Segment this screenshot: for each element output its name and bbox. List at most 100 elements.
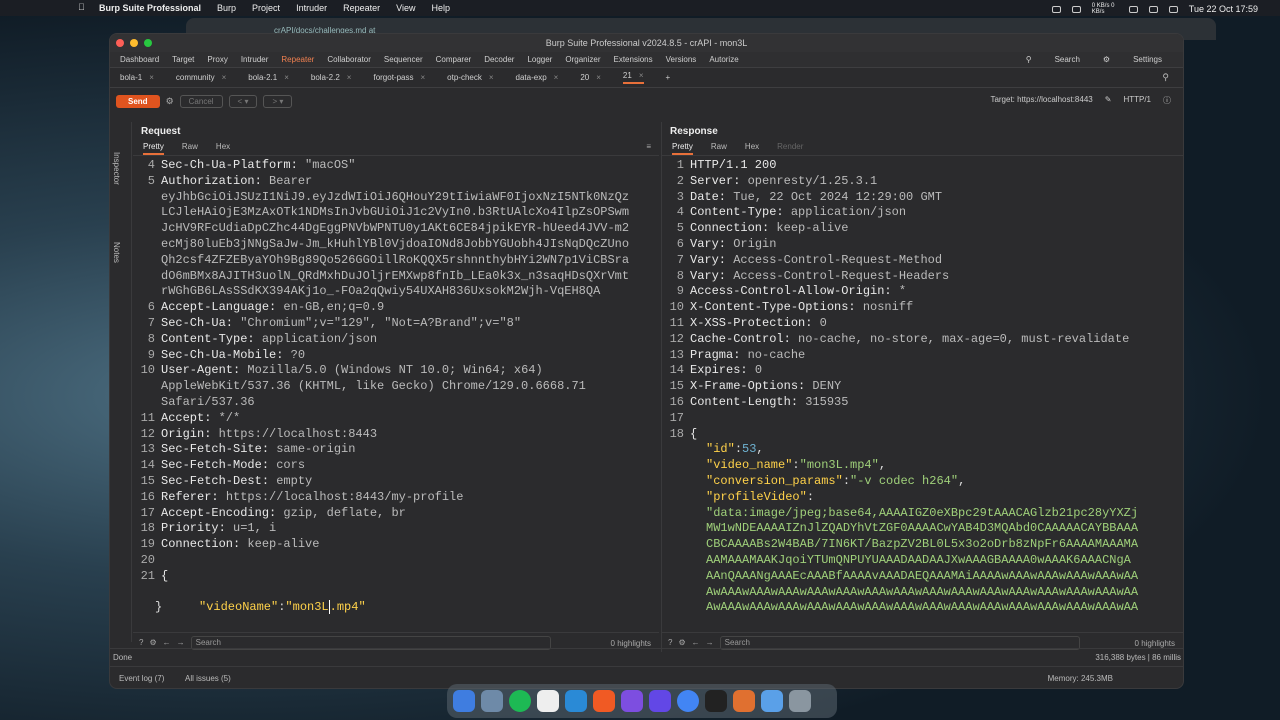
nav-comparer[interactable]: Comparer: [436, 55, 485, 64]
forward-button[interactable]: > ▾: [263, 94, 293, 108]
all-issues-button[interactable]: All issues (5): [185, 674, 231, 683]
menu-repeater[interactable]: Repeater: [343, 3, 380, 13]
nav-extensions[interactable]: Extensions: [613, 55, 665, 64]
nav-target[interactable]: Target: [172, 55, 207, 64]
close-icon[interactable]: ×: [596, 73, 601, 82]
cancel-button[interactable]: Cancel: [179, 94, 223, 108]
view-options-icon[interactable]: ≡: [646, 142, 651, 151]
apple-icon[interactable]: : [78, 2, 85, 12]
repeater-tab[interactable]: 20 ×: [580, 73, 601, 82]
menu-intruder[interactable]: Intruder: [296, 3, 327, 13]
stream-icon[interactable]: [1071, 5, 1081, 13]
clock[interactable]: Tue 22 Oct 17:59: [1189, 4, 1258, 14]
tab-hex[interactable]: Hex: [745, 142, 759, 155]
close-icon[interactable]: ×: [222, 73, 227, 82]
burp-icon[interactable]: [733, 690, 755, 712]
notes-tab[interactable]: Notes: [112, 242, 121, 263]
nav-sequencer[interactable]: Sequencer: [384, 55, 436, 64]
menubar-app-name[interactable]: Burp Suite Professional: [99, 3, 201, 13]
event-log-button[interactable]: Event log (7): [119, 674, 164, 683]
terminal-icon[interactable]: [705, 690, 727, 712]
menu-burp[interactable]: Burp: [217, 3, 236, 13]
nav-organizer[interactable]: Organizer: [565, 55, 613, 64]
close-icon[interactable]: ×: [639, 71, 644, 80]
spotify-icon[interactable]: [509, 690, 531, 712]
next-match-icon[interactable]: →: [177, 638, 185, 647]
help-icon[interactable]: ?: [668, 638, 672, 647]
brave-icon[interactable]: [593, 690, 615, 712]
tab-render[interactable]: Render: [777, 142, 803, 155]
tab-hex[interactable]: Hex: [216, 142, 230, 155]
close-icon[interactable]: ×: [149, 73, 154, 82]
search-tabs-icon[interactable]: ⚲: [1162, 72, 1169, 83]
control-center-icon[interactable]: [1168, 5, 1178, 13]
response-json[interactable]: "id":53, "video_name":"mon3L.mp4", "conver…: [662, 442, 1183, 616]
nav-dashboard[interactable]: Dashboard: [120, 55, 172, 64]
nav-versions[interactable]: Versions: [666, 55, 710, 64]
folder-icon[interactable]: [761, 690, 783, 712]
nav-intruder[interactable]: Intruder: [241, 55, 282, 64]
vscode-icon[interactable]: [565, 690, 587, 712]
obsidian-icon[interactable]: [621, 690, 643, 712]
gear-icon[interactable]: ⚙: [166, 96, 174, 107]
repeater-tab[interactable]: data-exp ×: [516, 73, 559, 82]
repeater-tab[interactable]: bola-2.2 ×: [311, 73, 352, 82]
tab-raw[interactable]: Raw: [711, 142, 727, 155]
global-search-button[interactable]: Search: [1055, 55, 1093, 64]
chrome-icon[interactable]: [677, 690, 699, 712]
help-icon[interactable]: ?: [139, 638, 143, 647]
reminders-icon[interactable]: [537, 690, 559, 712]
gear-icon[interactable]: ⚙: [1103, 55, 1123, 64]
add-tab-icon[interactable]: +: [666, 73, 671, 82]
prev-match-icon[interactable]: ←: [163, 638, 171, 647]
zoom-window-icon[interactable]: [144, 39, 152, 47]
repeater-tab[interactable]: otp-check ×: [447, 73, 493, 82]
battery-icon[interactable]: [1128, 5, 1138, 13]
edit-icon[interactable]: ✎: [1105, 95, 1112, 106]
nav-collaborator[interactable]: Collaborator: [327, 55, 384, 64]
close-icon[interactable]: ×: [284, 73, 289, 82]
nav-autorize[interactable]: Autorize: [709, 55, 751, 64]
menu-project[interactable]: Project: [252, 3, 280, 13]
close-icon[interactable]: ×: [489, 73, 494, 82]
close-icon[interactable]: ×: [347, 73, 352, 82]
search-icon[interactable]: ⚲: [1026, 55, 1045, 64]
minimize-window-icon[interactable]: [130, 39, 138, 47]
wifi-icon[interactable]: [1148, 5, 1158, 13]
app-icon[interactable]: [481, 690, 503, 712]
target-label[interactable]: Target: https://localhost:8443: [990, 95, 1092, 106]
repeater-tab[interactable]: bola-1 ×: [120, 73, 154, 82]
http-version[interactable]: HTTP/1: [1123, 95, 1151, 106]
nav-logger[interactable]: Logger: [527, 55, 565, 64]
inspector-tab[interactable]: Inspector: [112, 152, 121, 185]
response-editor[interactable]: 1 HTTP/1.1 200 2 Server: openresty/1.25.3.1…: [662, 156, 1183, 442]
repeater-tab[interactable]: community ×: [176, 73, 226, 82]
request-json-line[interactable]: "videoName":"mon3L.mp4": [133, 585, 659, 615]
tab-pretty[interactable]: Pretty: [143, 142, 164, 155]
camera-icon[interactable]: [1051, 5, 1061, 13]
app-icon[interactable]: [649, 690, 671, 712]
menu-view[interactable]: View: [396, 3, 415, 13]
back-button[interactable]: < ▾: [228, 94, 258, 108]
repeater-tab[interactable]: forgot-pass ×: [373, 73, 425, 82]
prev-match-icon[interactable]: ←: [692, 638, 700, 647]
tab-pretty[interactable]: Pretty: [672, 142, 693, 155]
help-icon[interactable]: ⓘ: [1163, 95, 1171, 106]
close-window-icon[interactable]: [116, 39, 124, 47]
request-editor[interactable]: 4 Sec-Ch-Ua-Platform: "macOS" 5 Authorizati…: [133, 156, 659, 585]
send-button[interactable]: Send: [116, 94, 160, 108]
nav-repeater[interactable]: Repeater: [281, 55, 327, 64]
settings-button[interactable]: Settings: [1133, 55, 1175, 64]
trash-icon[interactable]: [789, 690, 811, 712]
gear-icon[interactable]: ⚙: [678, 638, 685, 647]
repeater-tab[interactable]: bola-2.1 ×: [248, 73, 289, 82]
menu-help[interactable]: Help: [431, 3, 450, 13]
tab-raw[interactable]: Raw: [182, 142, 198, 155]
repeater-tab-active[interactable]: 21 ×: [622, 71, 644, 84]
nav-decoder[interactable]: Decoder: [484, 55, 527, 64]
finder-icon[interactable]: [453, 690, 475, 712]
next-match-icon[interactable]: →: [706, 638, 714, 647]
nav-proxy[interactable]: Proxy: [207, 55, 240, 64]
gear-icon[interactable]: ⚙: [149, 638, 156, 647]
close-icon[interactable]: ×: [554, 73, 559, 82]
